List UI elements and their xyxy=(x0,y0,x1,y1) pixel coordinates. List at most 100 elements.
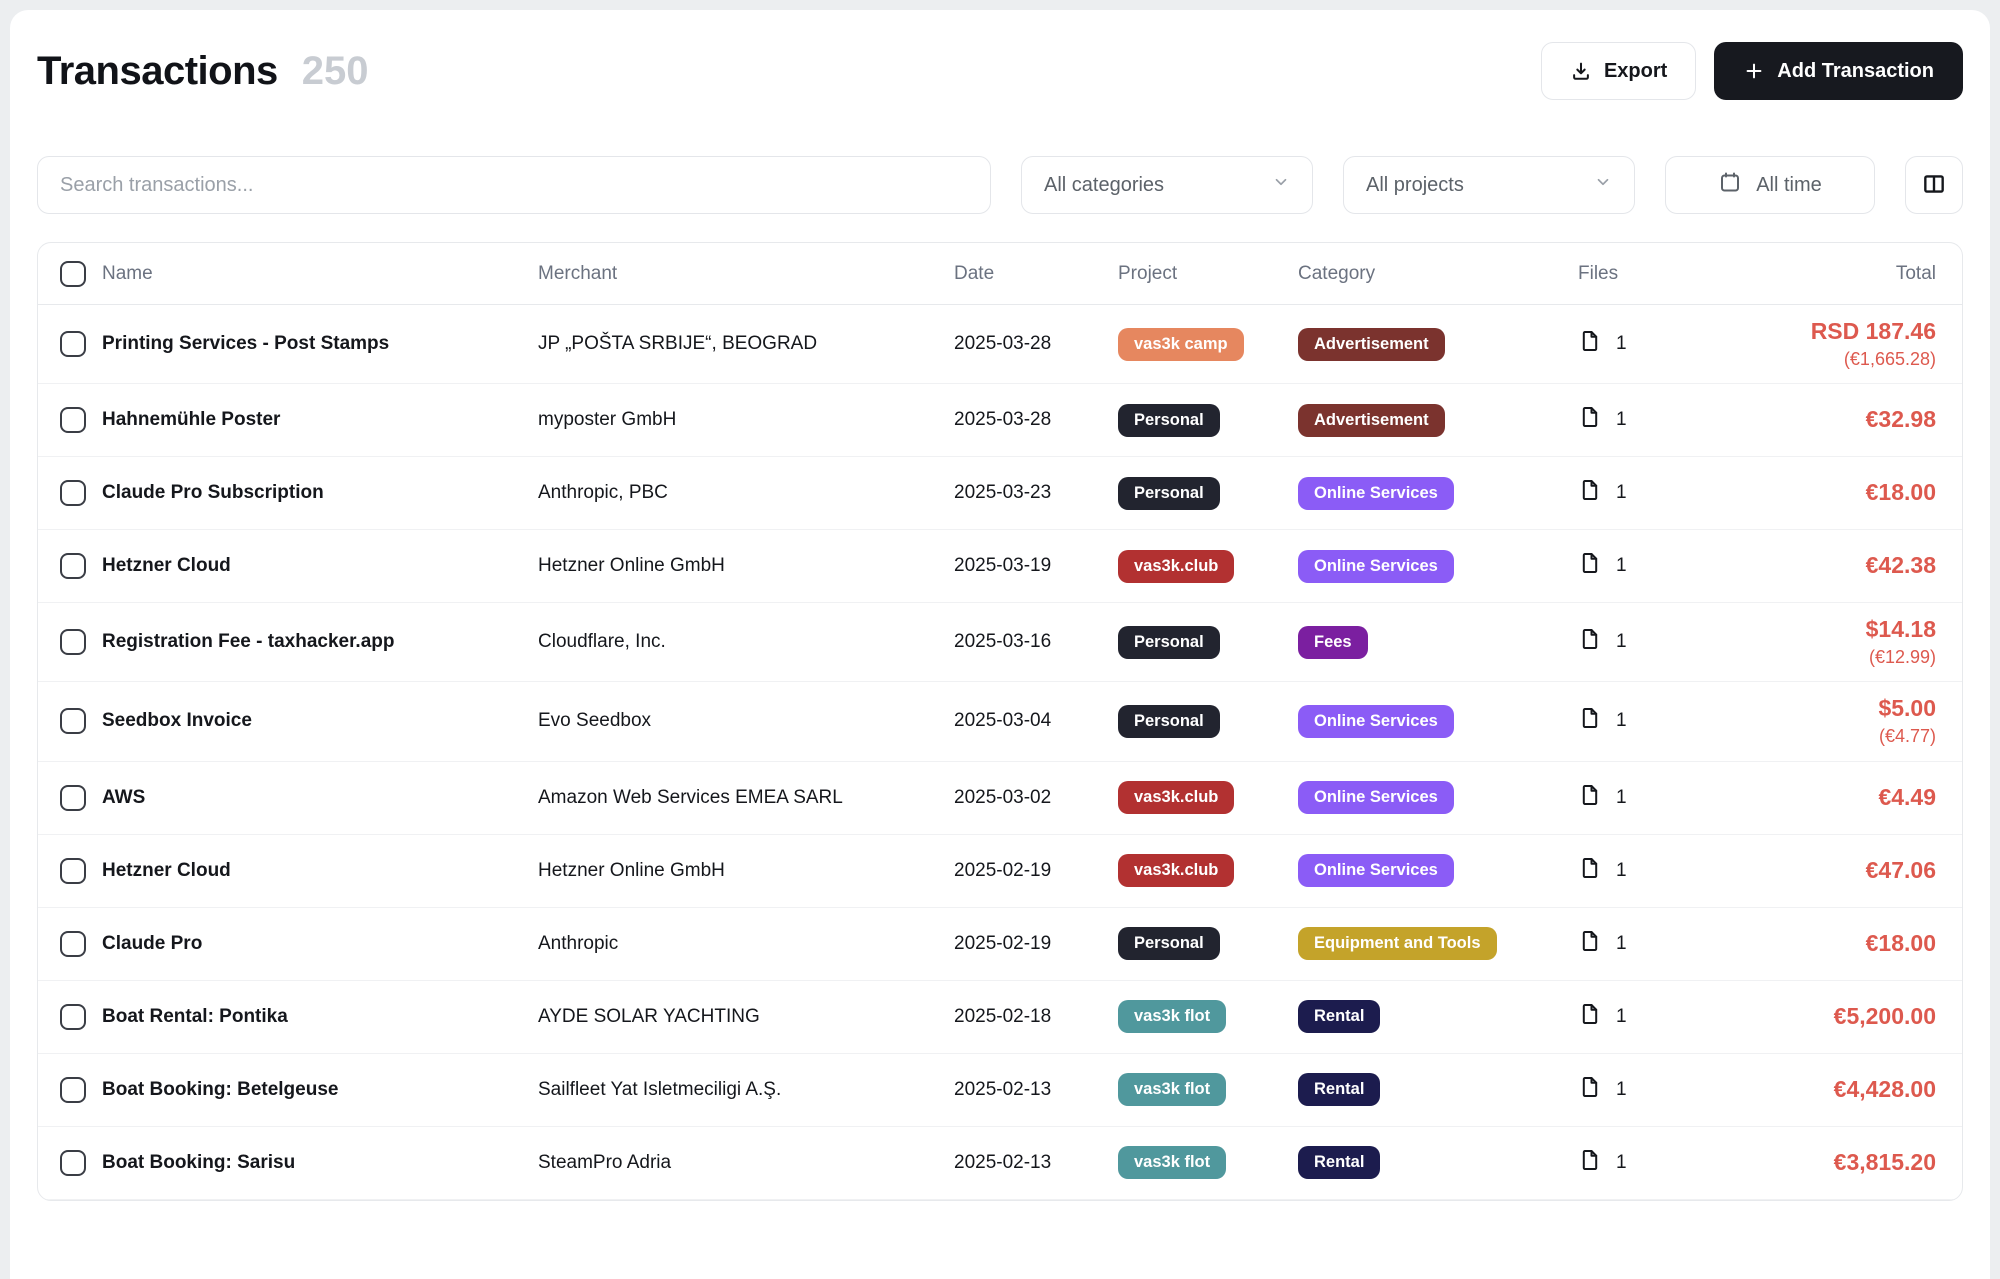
export-button[interactable]: Export xyxy=(1541,42,1696,100)
add-transaction-label: Add Transaction xyxy=(1777,60,1934,83)
table-row[interactable]: Claude Pro Anthropic 2025-02-19 Personal… xyxy=(38,908,1962,981)
project-badge-cell: vas3k.club xyxy=(1118,854,1298,887)
transaction-name: Hahnemühle Poster xyxy=(102,409,538,431)
project-badge: vas3k.club xyxy=(1118,550,1234,583)
search-input[interactable] xyxy=(37,156,991,214)
file-count: 1 xyxy=(1616,333,1627,355)
projects-filter[interactable]: All projects xyxy=(1343,156,1635,214)
project-badge: vas3k camp xyxy=(1118,328,1244,361)
filter-row: All categories All projects All time xyxy=(37,156,1963,214)
column-header-date[interactable]: Date xyxy=(954,263,1118,285)
chevron-down-icon xyxy=(1272,173,1290,197)
app-card: Transactions 250 Export Add Transaction xyxy=(10,10,1990,1279)
category-badge: Rental xyxy=(1298,1073,1380,1106)
categories-filter-value: All categories xyxy=(1044,174,1164,197)
table-row[interactable]: Seedbox Invoice Evo Seedbox 2025-03-04 P… xyxy=(38,682,1962,761)
file-icon xyxy=(1578,405,1602,435)
column-header-merchant[interactable]: Merchant xyxy=(538,263,954,285)
table-row[interactable]: Registration Fee - taxhacker.app Cloudfl… xyxy=(38,603,1962,682)
row-checkbox[interactable] xyxy=(60,1004,86,1030)
category-badge-cell: Online Services xyxy=(1298,705,1578,738)
table-row[interactable]: Claude Pro Subscription Anthropic, PBC 2… xyxy=(38,457,1962,530)
file-icon xyxy=(1578,329,1602,359)
row-checkbox[interactable] xyxy=(60,407,86,433)
project-badge-cell: vas3k flot xyxy=(1118,1073,1298,1106)
file-count: 1 xyxy=(1616,1006,1627,1028)
transaction-name: Hetzner Cloud xyxy=(102,860,538,882)
category-badge: Online Services xyxy=(1298,477,1454,510)
file-icon xyxy=(1578,783,1602,813)
row-checkbox[interactable] xyxy=(60,1150,86,1176)
table-row[interactable]: Boat Booking: Sarisu SteamPro Adria 2025… xyxy=(38,1127,1962,1200)
transaction-merchant: Cloudflare, Inc. xyxy=(538,631,954,653)
table-row[interactable]: Hetzner Cloud Hetzner Online GmbH 2025-0… xyxy=(38,835,1962,908)
project-badge: Personal xyxy=(1118,477,1220,510)
file-icon xyxy=(1578,1075,1602,1105)
categories-filter[interactable]: All categories xyxy=(1021,156,1313,214)
project-badge: vas3k.club xyxy=(1118,781,1234,814)
total-cell: $14.18 (€12.99) xyxy=(1708,603,1962,681)
files-cell: 1 xyxy=(1578,478,1708,508)
add-transaction-button[interactable]: Add Transaction xyxy=(1714,42,1963,100)
table-row[interactable]: Boat Booking: Betelgeuse Sailfleet Yat I… xyxy=(38,1054,1962,1127)
column-header-project[interactable]: Project xyxy=(1118,263,1298,285)
table-row[interactable]: Hahnemühle Poster myposter GmbH 2025-03-… xyxy=(38,384,1962,457)
table-row[interactable]: Printing Services - Post Stamps JP „POŠT… xyxy=(38,305,1962,384)
file-count: 1 xyxy=(1616,787,1627,809)
column-layout-toggle-button[interactable] xyxy=(1905,156,1963,214)
file-count: 1 xyxy=(1616,710,1627,732)
select-all-checkbox[interactable] xyxy=(60,261,86,287)
row-checkbox[interactable] xyxy=(60,629,86,655)
row-checkbox[interactable] xyxy=(60,785,86,811)
table-row[interactable]: Hetzner Cloud Hetzner Online GmbH 2025-0… xyxy=(38,530,1962,603)
row-checkbox[interactable] xyxy=(60,858,86,884)
row-checkbox[interactable] xyxy=(60,480,86,506)
project-badge-cell: vas3k flot xyxy=(1118,1000,1298,1033)
column-header-total[interactable]: Total xyxy=(1708,263,1962,285)
row-checkbox-cell xyxy=(38,629,102,655)
total-amount: €5,200.00 xyxy=(1708,1003,1936,1031)
total-amount: €18.00 xyxy=(1708,479,1936,507)
category-badge-cell: Fees xyxy=(1298,626,1578,659)
transaction-merchant: myposter GmbH xyxy=(538,409,954,431)
transaction-date: 2025-03-23 xyxy=(954,482,1118,504)
total-cell: €18.00 xyxy=(1708,466,1962,520)
category-badge: Fees xyxy=(1298,626,1368,659)
transaction-name: Boat Booking: Sarisu xyxy=(102,1152,538,1174)
row-checkbox-cell xyxy=(38,785,102,811)
calendar-icon xyxy=(1718,170,1742,200)
transaction-merchant: Amazon Web Services EMEA SARL xyxy=(538,787,954,809)
row-checkbox[interactable] xyxy=(60,331,86,357)
column-header-name[interactable]: Name xyxy=(102,263,538,285)
files-cell: 1 xyxy=(1578,627,1708,657)
row-checkbox[interactable] xyxy=(60,931,86,957)
project-badge: vas3k flot xyxy=(1118,1073,1226,1106)
file-count: 1 xyxy=(1616,933,1627,955)
total-amount: €32.98 xyxy=(1708,406,1936,434)
transaction-date: 2025-02-19 xyxy=(954,860,1118,882)
row-checkbox[interactable] xyxy=(60,708,86,734)
table-row[interactable]: AWS Amazon Web Services EMEA SARL 2025-0… xyxy=(38,762,1962,835)
date-range-filter[interactable]: All time xyxy=(1665,156,1875,214)
transaction-name: AWS xyxy=(102,787,538,809)
category-badge-cell: Rental xyxy=(1298,1000,1578,1033)
columns-icon xyxy=(1921,171,1947,200)
transaction-name: Claude Pro xyxy=(102,933,538,955)
files-cell: 1 xyxy=(1578,551,1708,581)
table-row[interactable]: Boat Rental: Pontika AYDE SOLAR YACHTING… xyxy=(38,981,1962,1054)
total-cell: €5,200.00 xyxy=(1708,990,1962,1044)
row-checkbox[interactable] xyxy=(60,553,86,579)
column-header-files[interactable]: Files xyxy=(1578,263,1708,285)
project-badge: Personal xyxy=(1118,404,1220,437)
row-checkbox[interactable] xyxy=(60,1077,86,1103)
project-badge-cell: vas3k flot xyxy=(1118,1146,1298,1179)
transaction-merchant: SteamPro Adria xyxy=(538,1152,954,1174)
project-badge-cell: Personal xyxy=(1118,705,1298,738)
row-checkbox-cell xyxy=(38,858,102,884)
category-badge: Rental xyxy=(1298,1146,1380,1179)
column-header-category[interactable]: Category xyxy=(1298,263,1578,285)
transaction-date: 2025-03-28 xyxy=(954,409,1118,431)
transaction-date: 2025-02-13 xyxy=(954,1152,1118,1174)
file-icon xyxy=(1578,1002,1602,1032)
search-box xyxy=(37,156,991,214)
